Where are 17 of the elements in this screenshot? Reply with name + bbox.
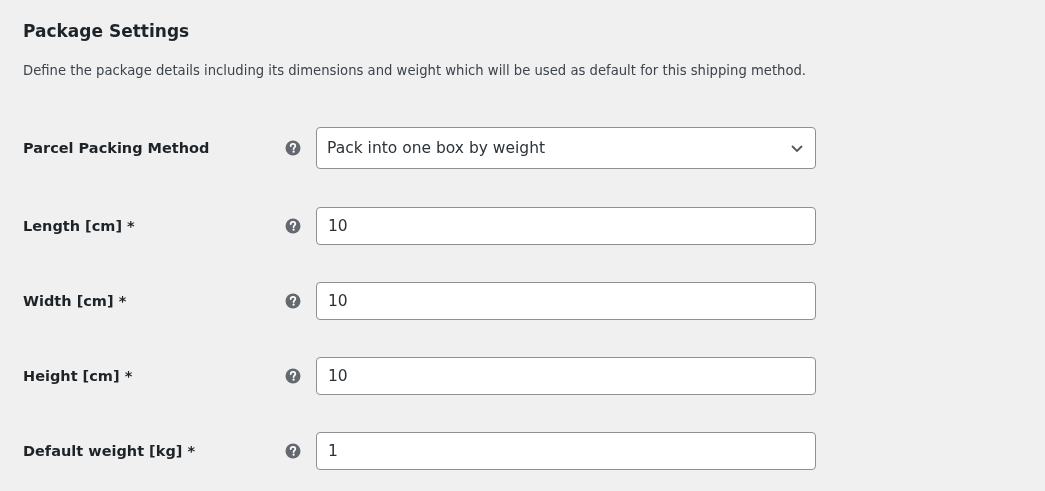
help-icon[interactable] — [285, 367, 301, 384]
packing-method-dropdown[interactable]: Pack into one box by weight — [316, 127, 816, 169]
field-label: Default weight [kg] * — [23, 442, 197, 459]
help-icon[interactable] — [285, 292, 301, 309]
field-label: Width [cm] * — [23, 292, 128, 309]
field-label: Length [cm] * — [23, 217, 136, 234]
help-icon[interactable] — [285, 217, 301, 234]
input-field[interactable]: 10 — [316, 206, 816, 245]
input-field[interactable]: 10 — [316, 281, 816, 320]
field-label: Parcel Packing Method — [23, 140, 211, 156]
field-label: Height [cm] * — [23, 367, 134, 384]
section-description: Define the package details including its dimensions and weight which will be used as default for this shipping method. — [23, 62, 808, 80]
section-title: Package Settings — [23, 20, 191, 42]
help-icon[interactable] — [285, 442, 301, 459]
input-field[interactable]: 10 — [316, 356, 816, 395]
help-icon[interactable] — [285, 140, 301, 156]
input-field[interactable]: 1 — [316, 431, 816, 470]
